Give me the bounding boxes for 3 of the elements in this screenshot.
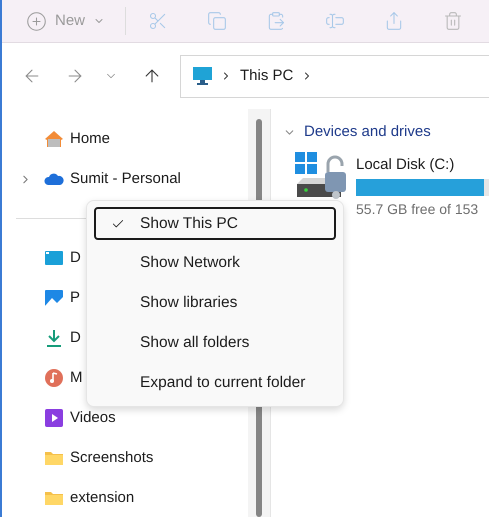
section-title: Devices and drives [304,122,431,142]
drive-name: Local Disk (C:) [356,154,456,174]
free-space-text: 55.7 GB free of 153 [356,200,480,219]
